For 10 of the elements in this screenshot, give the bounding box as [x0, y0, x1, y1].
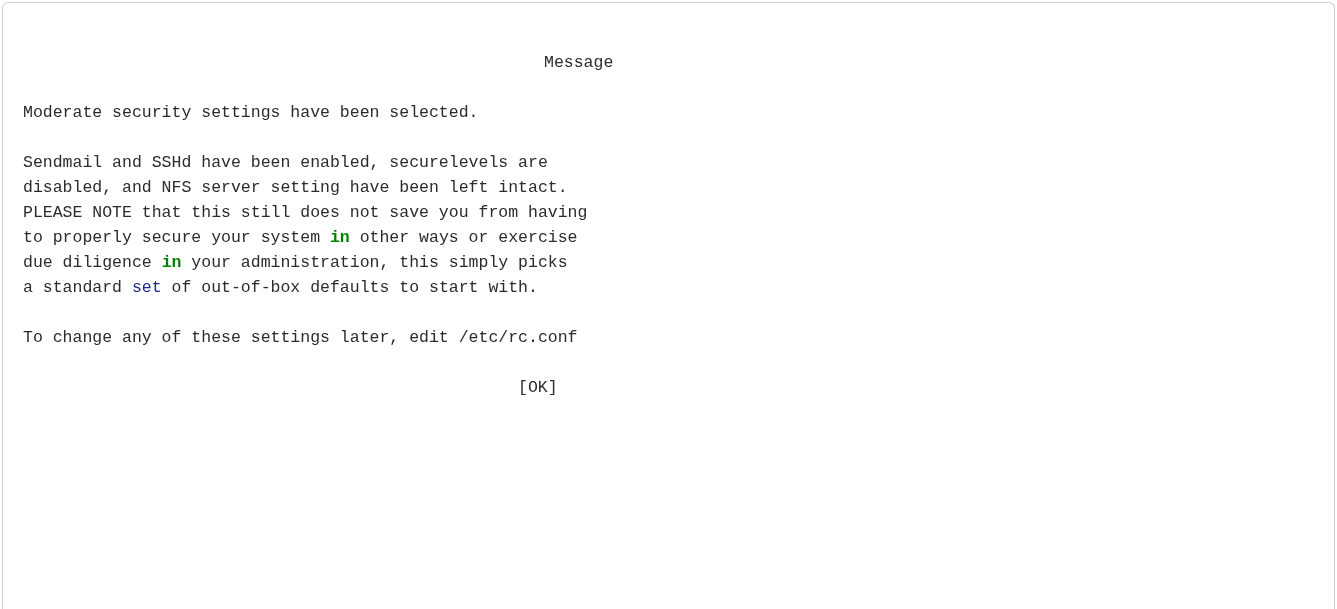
code-line: PLEASE NOTE that this still does not save you from having	[23, 203, 588, 222]
code-line: To change any of these settings later, edit /etc/rc.conf	[23, 328, 578, 347]
code-line: to properly secure your system in other ways or exercise	[23, 228, 578, 247]
code-line: Sendmail and SSHd have been enabled, securelevels are	[23, 153, 548, 172]
code-line: [OK]	[518, 378, 558, 397]
code-line: Moderate security settings have been selected.	[23, 103, 479, 122]
code-line: due diligence in your administration, this simply picks	[23, 253, 568, 272]
code-line: disabled, and NFS server setting have been left intact.	[23, 178, 568, 197]
code-line: Message	[544, 53, 614, 72]
code-line: a standard set of out-of-box defaults to start with.	[23, 278, 538, 297]
